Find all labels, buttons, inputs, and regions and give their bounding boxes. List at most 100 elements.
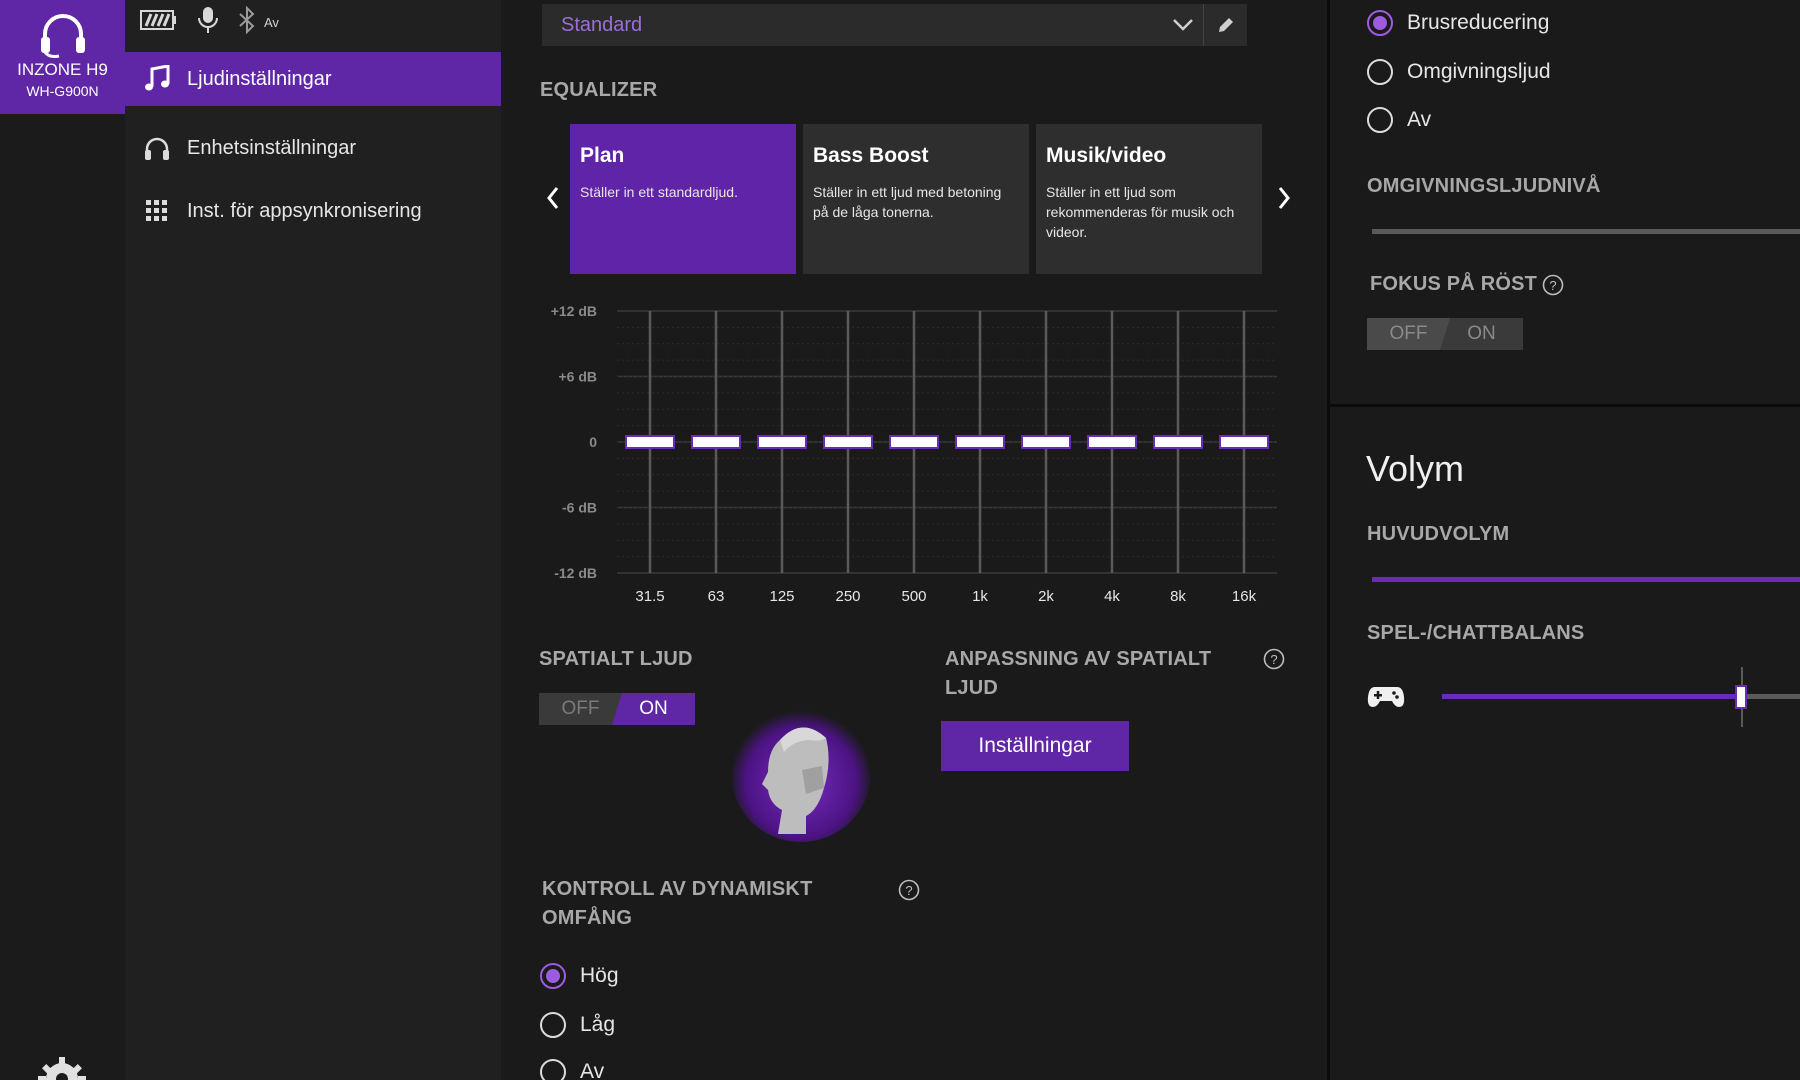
spatial-sound-toggle[interactable]: OFF ON [539, 693, 695, 725]
eq-x-tick-label: 125 [769, 588, 794, 605]
nav-item-app-sync[interactable]: Inst. för appsynkronisering [125, 184, 501, 238]
svg-text:?: ? [905, 883, 912, 898]
sound-settings-panel: Standard EQUALIZER Plan Ställer in ett s… [501, 0, 1328, 1080]
device-model: WH-G900N [26, 83, 99, 99]
device-badge[interactable]: INZONE H9 WH-G900N [0, 0, 125, 114]
radio-dot[interactable] [1367, 107, 1393, 133]
balance-slider-handle[interactable] [1735, 685, 1747, 709]
grid-icon [141, 200, 173, 222]
eq-band-handle-4k[interactable] [1087, 435, 1137, 449]
help-icon[interactable]: ? [1263, 648, 1285, 675]
eq-band-handle-63[interactable] [691, 435, 741, 449]
eq-band-handle-1k[interactable] [955, 435, 1005, 449]
eq-band-handle-8k[interactable] [1153, 435, 1203, 449]
eq-band-handle-2k[interactable] [1021, 435, 1071, 449]
eq-card-title: Bass Boost [813, 144, 929, 167]
eq-y-tick-label: -6 dB [562, 500, 597, 516]
radio-dot[interactable] [540, 1059, 566, 1080]
microphone-icon [196, 6, 220, 39]
master-volume-title: HUVUDVOLYM [1367, 523, 1510, 545]
eq-band-handle-250[interactable] [823, 435, 873, 449]
ambient-level-slider[interactable] [1372, 229, 1800, 234]
device-name: INZONE H9 [17, 60, 108, 79]
preset-dropdown[interactable]: Standard [542, 4, 1247, 46]
nav-item-sound-settings[interactable]: Ljudinställningar [125, 52, 501, 106]
eq-card-desc: Ställer in ett ljud som rekommenderas fö… [1046, 184, 1235, 240]
chevron-down-icon[interactable] [1163, 18, 1203, 32]
toggle-off-label: OFF [539, 693, 622, 725]
eq-x-tick-label: 250 [835, 588, 860, 605]
radio-dot[interactable] [540, 1012, 566, 1038]
eq-y-tick-label: +12 dB [551, 303, 597, 319]
radio-dynamic-off[interactable]: Av [540, 1059, 604, 1080]
radio-ambient-sound[interactable]: Omgivningsljud [1367, 59, 1551, 85]
eq-card-title: Plan [580, 144, 625, 167]
spatial-settings-button[interactable]: Inställningar [941, 721, 1129, 771]
eq-band-handle-31.5[interactable] [625, 435, 675, 449]
radio-dot[interactable] [1367, 59, 1393, 85]
radio-dot[interactable] [540, 963, 566, 989]
eq-y-tick-label: +6 dB [558, 369, 597, 385]
eq-x-tick-label: 16k [1232, 588, 1257, 605]
eq-band-handle-125[interactable] [757, 435, 807, 449]
music-note-icon [141, 65, 173, 93]
radio-dot[interactable] [1367, 10, 1393, 36]
nav-item-device-settings[interactable]: Enhetsinställningar [125, 121, 501, 175]
eq-x-tick-label: 31.5 [635, 588, 664, 605]
eq-x-tick-label: 63 [708, 588, 725, 605]
dynamic-range-title: KONTROLL AV DYNAMISKT OMFÅNG [542, 878, 813, 929]
help-icon[interactable]: ? [1542, 274, 1564, 301]
nav-label: Ljudinställningar [187, 67, 332, 90]
radio-dynamic-high[interactable]: Hög [540, 963, 619, 989]
balance-slider-fill[interactable] [1442, 694, 1742, 699]
nav-label: Enhetsinställningar [187, 136, 356, 159]
spatial-sound-title: SPATIALT LJUD [539, 648, 693, 670]
spatial-adaptation-title: ANPASSNING AV SPATIALT LJUD [945, 648, 1212, 699]
chevron-left-icon[interactable] [545, 185, 561, 216]
headset-icon [40, 14, 85, 58]
volume-title: Volym [1366, 448, 1465, 489]
radio-dynamic-low[interactable]: Låg [540, 1012, 615, 1038]
eq-card-bass-boost[interactable]: Bass Boost Ställer in ett ljud med beton… [803, 124, 1029, 274]
radio-label: Omgivningsljud [1407, 60, 1551, 83]
sidebar: Av Ljudinställningar Enhetsinställningar [125, 0, 501, 1080]
ambient-level-title: OMGIVNINGSLJUDNIVÅ [1367, 175, 1601, 197]
svg-text:?: ? [1549, 278, 1556, 293]
headphones-icon [141, 135, 173, 161]
status-bar: Av [140, 5, 279, 39]
chevron-right-icon[interactable] [1276, 185, 1292, 216]
eq-card-desc: Ställer in ett standardljud. [580, 184, 738, 200]
gamepad-icon [1367, 683, 1405, 714]
eq-card-plan[interactable]: Plan Ställer in ett standardljud. [570, 124, 796, 274]
eq-band-handle-500[interactable] [889, 435, 939, 449]
master-volume-slider[interactable] [1372, 577, 1800, 582]
eq-band-handle-16k[interactable] [1219, 435, 1269, 449]
noise-volume-panel: Brusreducering Omgivningsljud Av OMGIVNI… [1330, 0, 1800, 1080]
toggle-on-label: ON [1440, 318, 1523, 350]
eq-card-music-video[interactable]: Musik/video Ställer in ett ljud som reko… [1036, 124, 1262, 274]
radio-label: Av [580, 1060, 605, 1080]
radio-noise-cancel[interactable]: Brusreducering [1367, 10, 1549, 36]
nav-label: Inst. för appsynkronisering [187, 199, 422, 222]
eq-x-tick-label: 500 [901, 588, 926, 605]
bluetooth-state: Av [264, 14, 279, 30]
battery-icon [140, 9, 178, 36]
game-chat-balance-title: SPEL-/CHATTBALANS [1367, 622, 1585, 644]
balance-slider-track[interactable] [1742, 694, 1800, 699]
eq-y-tick-label: -12 dB [554, 565, 597, 581]
eq-x-tick-label: 2k [1038, 588, 1054, 605]
toggle-off-label: OFF [1367, 318, 1450, 350]
equalizer-chart[interactable]: +12 dB +6 dB 0 -6 dB -12 dB 31.5 63 125 250 500 1k… [537, 295, 1297, 615]
voice-focus-toggle[interactable]: OFF ON [1367, 318, 1523, 350]
eq-preset-cards: Plan Ställer in ett standardljud. Bass B… [570, 124, 1262, 274]
help-icon[interactable]: ? [898, 879, 920, 906]
preset-value: Standard [561, 13, 643, 36]
radio-noise-off[interactable]: Av [1367, 107, 1431, 133]
eq-card-title: Musik/video [1046, 144, 1167, 167]
voice-focus-title: FOKUS PÅ RÖST [1370, 273, 1538, 295]
gear-icon[interactable] [38, 1055, 86, 1080]
toggle-on-label: ON [612, 693, 695, 725]
radio-label: Hög [580, 964, 619, 987]
bluetooth-icon [238, 5, 256, 39]
edit-pencil-icon[interactable] [1203, 4, 1247, 46]
